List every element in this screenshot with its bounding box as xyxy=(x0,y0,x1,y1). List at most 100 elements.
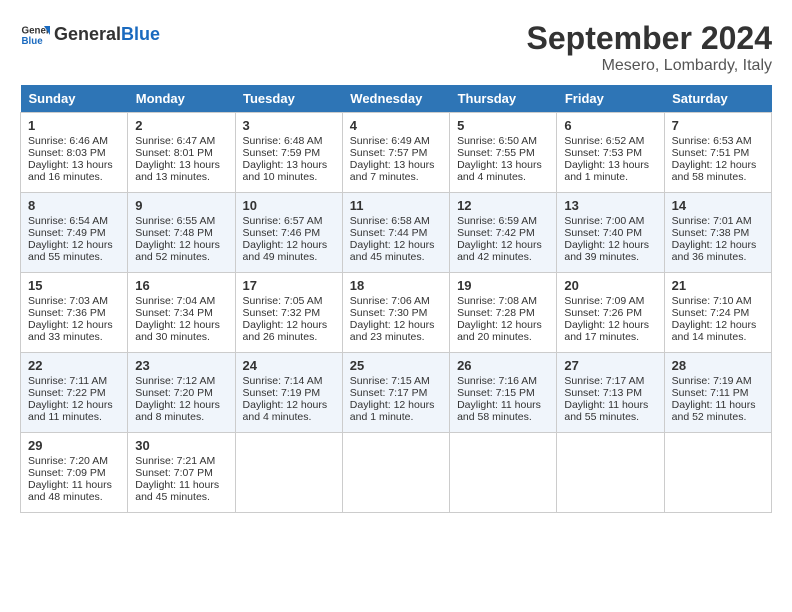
calendar-cell: 6Sunrise: 6:52 AMSunset: 7:53 PMDaylight… xyxy=(557,113,664,193)
calendar-cell xyxy=(342,433,449,513)
calendar-week-2: 15Sunrise: 7:03 AMSunset: 7:36 PMDayligh… xyxy=(21,273,772,353)
sunrise-text: Sunrise: 7:06 AM xyxy=(350,295,430,307)
sunrise-text: Sunrise: 6:58 AM xyxy=(350,215,430,227)
sunrise-text: Sunrise: 6:52 AM xyxy=(564,135,644,147)
calendar-cell: 28Sunrise: 7:19 AMSunset: 7:11 PMDayligh… xyxy=(664,353,771,433)
calendar-cell: 17Sunrise: 7:05 AMSunset: 7:32 PMDayligh… xyxy=(235,273,342,353)
daylight-text: Daylight: 12 hours and 36 minutes. xyxy=(672,239,757,263)
calendar-week-0: 1Sunrise: 6:46 AMSunset: 8:03 PMDaylight… xyxy=(21,113,772,193)
calendar-week-1: 8Sunrise: 6:54 AMSunset: 7:49 PMDaylight… xyxy=(21,193,772,273)
calendar-cell xyxy=(450,433,557,513)
calendar-cell: 27Sunrise: 7:17 AMSunset: 7:13 PMDayligh… xyxy=(557,353,664,433)
sunrise-text: Sunrise: 7:17 AM xyxy=(564,375,644,387)
daylight-text: Daylight: 12 hours and 4 minutes. xyxy=(243,399,328,423)
sunrise-text: Sunrise: 7:01 AM xyxy=(672,215,752,227)
sunset-text: Sunset: 7:36 PM xyxy=(28,307,106,319)
sunset-text: Sunset: 7:07 PM xyxy=(135,467,213,479)
logo: General Blue GeneralBlue xyxy=(20,20,160,50)
title-area: September 2024 Mesero, Lombardy, Italy xyxy=(527,20,772,75)
sunrise-text: Sunrise: 7:04 AM xyxy=(135,295,215,307)
sunset-text: Sunset: 7:44 PM xyxy=(350,227,428,239)
day-number: 28 xyxy=(672,358,764,373)
sunset-text: Sunset: 7:38 PM xyxy=(672,227,750,239)
day-number: 29 xyxy=(28,438,120,453)
calendar-cell xyxy=(235,433,342,513)
day-number: 24 xyxy=(243,358,335,373)
daylight-text: Daylight: 13 hours and 1 minute. xyxy=(564,159,649,183)
col-thursday: Thursday xyxy=(450,85,557,113)
calendar-cell: 18Sunrise: 7:06 AMSunset: 7:30 PMDayligh… xyxy=(342,273,449,353)
calendar-cell: 30Sunrise: 7:21 AMSunset: 7:07 PMDayligh… xyxy=(128,433,235,513)
sunset-text: Sunset: 7:28 PM xyxy=(457,307,535,319)
calendar-cell: 29Sunrise: 7:20 AMSunset: 7:09 PMDayligh… xyxy=(21,433,128,513)
calendar-cell: 10Sunrise: 6:57 AMSunset: 7:46 PMDayligh… xyxy=(235,193,342,273)
sunset-text: Sunset: 7:46 PM xyxy=(243,227,321,239)
daylight-text: Daylight: 12 hours and 20 minutes. xyxy=(457,319,542,343)
calendar-cell: 4Sunrise: 6:49 AMSunset: 7:57 PMDaylight… xyxy=(342,113,449,193)
sunrise-text: Sunrise: 7:21 AM xyxy=(135,455,215,467)
sunset-text: Sunset: 7:11 PM xyxy=(672,387,749,399)
calendar-cell: 1Sunrise: 6:46 AMSunset: 8:03 PMDaylight… xyxy=(21,113,128,193)
calendar-cell xyxy=(664,433,771,513)
col-tuesday: Tuesday xyxy=(235,85,342,113)
logo-general: General xyxy=(54,24,121,44)
sunset-text: Sunset: 7:13 PM xyxy=(564,387,642,399)
sunrise-text: Sunrise: 6:49 AM xyxy=(350,135,430,147)
daylight-text: Daylight: 12 hours and 30 minutes. xyxy=(135,319,220,343)
day-number: 19 xyxy=(457,278,549,293)
sunset-text: Sunset: 7:42 PM xyxy=(457,227,535,239)
daylight-text: Daylight: 12 hours and 39 minutes. xyxy=(564,239,649,263)
sunset-text: Sunset: 7:48 PM xyxy=(135,227,213,239)
header: General Blue GeneralBlue September 2024 … xyxy=(20,20,772,75)
calendar-cell: 2Sunrise: 6:47 AMSunset: 8:01 PMDaylight… xyxy=(128,113,235,193)
calendar-cell: 11Sunrise: 6:58 AMSunset: 7:44 PMDayligh… xyxy=(342,193,449,273)
calendar-cell: 22Sunrise: 7:11 AMSunset: 7:22 PMDayligh… xyxy=(21,353,128,433)
daylight-text: Daylight: 13 hours and 4 minutes. xyxy=(457,159,542,183)
sunrise-text: Sunrise: 7:11 AM xyxy=(28,375,107,387)
calendar-cell: 19Sunrise: 7:08 AMSunset: 7:28 PMDayligh… xyxy=(450,273,557,353)
calendar-week-4: 29Sunrise: 7:20 AMSunset: 7:09 PMDayligh… xyxy=(21,433,772,513)
sunrise-text: Sunrise: 6:50 AM xyxy=(457,135,537,147)
sunrise-text: Sunrise: 6:57 AM xyxy=(243,215,323,227)
day-number: 6 xyxy=(564,118,656,133)
day-number: 14 xyxy=(672,198,764,213)
sunrise-text: Sunrise: 7:09 AM xyxy=(564,295,644,307)
svg-text:Blue: Blue xyxy=(22,36,44,47)
daylight-text: Daylight: 12 hours and 49 minutes. xyxy=(243,239,328,263)
month-title: September 2024 xyxy=(527,20,772,57)
col-wednesday: Wednesday xyxy=(342,85,449,113)
sunrise-text: Sunrise: 6:55 AM xyxy=(135,215,215,227)
day-number: 26 xyxy=(457,358,549,373)
sunset-text: Sunset: 7:20 PM xyxy=(135,387,213,399)
sunrise-text: Sunrise: 6:54 AM xyxy=(28,215,108,227)
daylight-text: Daylight: 12 hours and 14 minutes. xyxy=(672,319,757,343)
daylight-text: Daylight: 12 hours and 17 minutes. xyxy=(564,319,649,343)
daylight-text: Daylight: 13 hours and 10 minutes. xyxy=(243,159,328,183)
calendar-cell: 21Sunrise: 7:10 AMSunset: 7:24 PMDayligh… xyxy=(664,273,771,353)
calendar-cell: 26Sunrise: 7:16 AMSunset: 7:15 PMDayligh… xyxy=(450,353,557,433)
daylight-text: Daylight: 12 hours and 42 minutes. xyxy=(457,239,542,263)
logo-blue: Blue xyxy=(121,24,160,44)
daylight-text: Daylight: 13 hours and 7 minutes. xyxy=(350,159,435,183)
daylight-text: Daylight: 11 hours and 58 minutes. xyxy=(457,399,541,423)
sunrise-text: Sunrise: 7:15 AM xyxy=(350,375,430,387)
daylight-text: Daylight: 12 hours and 45 minutes. xyxy=(350,239,435,263)
sunset-text: Sunset: 7:15 PM xyxy=(457,387,535,399)
day-number: 7 xyxy=(672,118,764,133)
daylight-text: Daylight: 13 hours and 16 minutes. xyxy=(28,159,113,183)
sunset-text: Sunset: 7:55 PM xyxy=(457,147,535,159)
col-friday: Friday xyxy=(557,85,664,113)
day-number: 1 xyxy=(28,118,120,133)
sunset-text: Sunset: 7:34 PM xyxy=(135,307,213,319)
sunrise-text: Sunrise: 7:20 AM xyxy=(28,455,108,467)
day-number: 20 xyxy=(564,278,656,293)
calendar-cell: 13Sunrise: 7:00 AMSunset: 7:40 PMDayligh… xyxy=(557,193,664,273)
day-number: 15 xyxy=(28,278,120,293)
calendar-cell: 12Sunrise: 6:59 AMSunset: 7:42 PMDayligh… xyxy=(450,193,557,273)
sunset-text: Sunset: 7:51 PM xyxy=(672,147,750,159)
logo-icon: General Blue xyxy=(20,20,50,50)
daylight-text: Daylight: 12 hours and 1 minute. xyxy=(350,399,435,423)
daylight-text: Daylight: 12 hours and 8 minutes. xyxy=(135,399,220,423)
location-title: Mesero, Lombardy, Italy xyxy=(527,57,772,75)
day-number: 16 xyxy=(135,278,227,293)
